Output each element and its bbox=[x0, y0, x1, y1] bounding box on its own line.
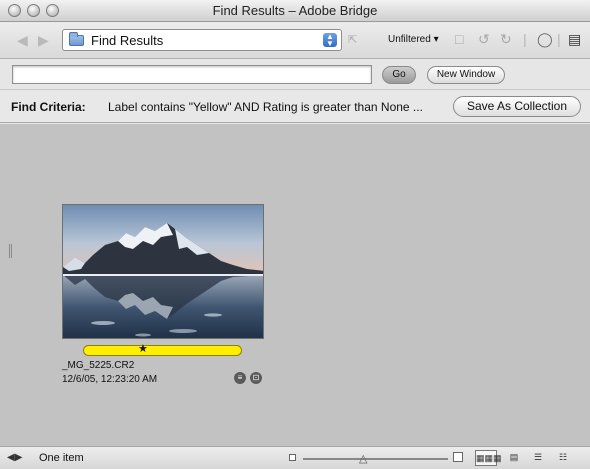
location-stepper-icon[interactable]: ▲ ▼ bbox=[323, 33, 337, 48]
filter-label: Unfiltered bbox=[388, 34, 431, 45]
rating-star-icon[interactable]: ★ bbox=[138, 342, 148, 355]
details-view-icon[interactable]: ☰ bbox=[527, 450, 549, 466]
go-button[interactable]: Go bbox=[382, 66, 416, 84]
trash-icon[interactable]: ◯ bbox=[537, 31, 553, 48]
search-input[interactable] bbox=[12, 65, 372, 84]
divider: | bbox=[557, 31, 561, 47]
find-criteria-label: Find Criteria: bbox=[11, 100, 86, 114]
toggle-panels-icon[interactable]: ◀▶ bbox=[7, 452, 22, 463]
find-criteria-text: Label contains "Yellow" AND Rating is gr… bbox=[108, 100, 423, 114]
item-count: One item bbox=[39, 452, 84, 464]
rotate-right-icon[interactable]: ↻ bbox=[500, 31, 512, 48]
mountain-photo bbox=[63, 205, 263, 338]
camera-raw-settings-icon: ≡ bbox=[234, 372, 246, 384]
toolbar: ◀ ▶ Find Results ▲ ▼ ⇱ Unfiltered ▾ □ ↺ ↻… bbox=[0, 23, 590, 59]
window-title: Find Results – Adobe Bridge bbox=[212, 3, 378, 18]
small-thumbnail-icon[interactable] bbox=[289, 454, 296, 461]
large-thumbnail-icon[interactable] bbox=[453, 452, 463, 462]
find-criteria-bar: Find Criteria: Label contains "Yellow" A… bbox=[0, 91, 590, 123]
thumbnails-view-icon[interactable]: ▦▦▦ bbox=[475, 450, 502, 466]
versions-view-icon[interactable]: ☷ bbox=[552, 450, 574, 466]
go-up-icon[interactable]: ⇱ bbox=[348, 33, 357, 46]
rotate-left-icon[interactable]: ↺ bbox=[478, 31, 490, 48]
file-name: _MG_5225.CR2 bbox=[62, 360, 135, 371]
title-bar[interactable]: Find Results – Adobe Bridge bbox=[0, 0, 590, 22]
location-popup[interactable]: Find Results ▲ ▼ bbox=[62, 29, 342, 51]
forward-arrow-icon[interactable]: ▶ bbox=[38, 32, 49, 49]
new-folder-icon[interactable]: □ bbox=[455, 31, 463, 47]
folder-icon bbox=[69, 32, 84, 46]
filmstrip-view-icon[interactable]: ▤ bbox=[503, 450, 525, 466]
bridge-window: Find Results – Adobe Bridge ◀ ▶ Find Res… bbox=[0, 0, 590, 469]
file-date: 12/6/05, 12:23:20 AM bbox=[62, 374, 158, 385]
location-label: Find Results bbox=[91, 33, 164, 48]
content-pane: ★ _MG_5225.CR2 12/6/05, 12:23:20 AM ≡ ⊡ bbox=[0, 124, 590, 446]
save-as-collection-button[interactable]: Save As Collection bbox=[453, 96, 581, 117]
divider: | bbox=[523, 31, 527, 47]
status-bar: ◀▶ One item △ ▦▦▦ ▤ ☰ ☷ bbox=[0, 446, 590, 469]
thumbnail-size-slider[interactable] bbox=[303, 458, 448, 460]
crop-icon: ⊡ bbox=[250, 372, 262, 384]
new-window-button[interactable]: New Window bbox=[427, 66, 505, 84]
back-arrow-icon[interactable]: ◀ bbox=[17, 32, 28, 49]
yellow-label-bar bbox=[83, 345, 242, 356]
thumbnail-image[interactable] bbox=[62, 204, 264, 339]
compact-mode-icon[interactable]: ▤ bbox=[568, 31, 581, 48]
search-bar: Go New Window bbox=[0, 60, 590, 90]
filter-menu[interactable]: Unfiltered ▾ bbox=[388, 34, 439, 45]
pane-resize-handle[interactable] bbox=[9, 244, 12, 258]
slider-thumb-icon[interactable]: △ bbox=[359, 452, 367, 465]
